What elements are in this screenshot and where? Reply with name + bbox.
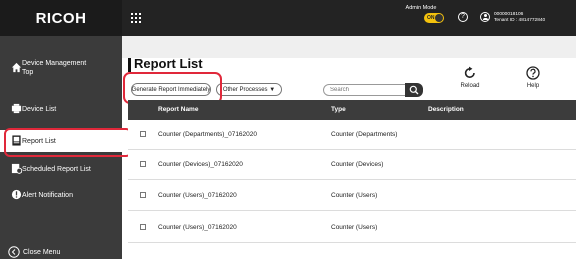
help-circle-icon: [526, 66, 540, 80]
device-icon: [11, 103, 22, 114]
admin-mode-toggle[interactable]: ON: [424, 13, 444, 23]
close-menu-button[interactable]: Close Menu: [0, 245, 122, 259]
help-icon[interactable]: ?: [458, 12, 468, 22]
page-title: Report List: [134, 56, 203, 71]
sidebar-item-scheduled-report-list[interactable]: Scheduled Report List: [0, 161, 122, 177]
report-name-cell[interactable]: Counter (Departments)_07162020: [158, 131, 257, 138]
user-icon[interactable]: [480, 12, 490, 22]
title-accent-bar: [128, 58, 131, 72]
toggle-on-label: ON: [427, 15, 435, 21]
type-cell: Counter (Devices): [331, 161, 384, 168]
home-icon: [11, 62, 22, 73]
sidebar-item-device-list[interactable]: Device List: [0, 101, 122, 117]
report-name-cell[interactable]: Counter (Users)_07162020: [158, 224, 237, 231]
reload-button[interactable]: Reload: [450, 66, 490, 89]
search-icon: [409, 85, 419, 95]
sidebar-item-label: Device Management Top: [22, 60, 87, 76]
type-cell: Counter (Departments): [331, 131, 398, 138]
sub-header-strip: [122, 36, 576, 58]
help-button[interactable]: Help: [513, 66, 553, 89]
row-checkbox[interactable]: [140, 131, 146, 137]
close-menu-label: Close Menu: [23, 249, 61, 256]
alert-icon: [11, 189, 22, 200]
column-header-report-name[interactable]: Report Name: [158, 106, 198, 113]
sidebar-item-alert-notification[interactable]: Alert Notification: [0, 187, 122, 203]
report-name-cell[interactable]: Counter (Devices)_07162020: [158, 161, 243, 168]
column-header-description[interactable]: Description: [428, 106, 464, 113]
scheduled-report-icon: [11, 163, 22, 174]
reload-label: Reload: [460, 83, 480, 89]
sidebar-item-label: Alert Notification: [22, 192, 73, 199]
table-header: Report Name Type Description: [128, 100, 576, 120]
top-bar: RICOH Admin Mode ON ? 00000018106 Tenant…: [0, 0, 576, 36]
table-row[interactable]: Counter (Users)_07162020 Counter (Users): [128, 213, 576, 243]
column-header-type[interactable]: Type: [331, 106, 346, 113]
row-checkbox[interactable]: [140, 224, 146, 230]
user-info: 00000018106 Tenant ID : 4814772840: [494, 12, 545, 24]
table-row[interactable]: Counter (Devices)_07162020 Counter (Devi…: [128, 150, 576, 180]
ricoh-logo[interactable]: RICOH: [0, 0, 122, 36]
highlight-box-report-list: [4, 128, 132, 157]
admin-mode-label: Admin Mode: [405, 5, 437, 11]
sidebar-item-label: Device List: [22, 106, 57, 113]
table-row[interactable]: Counter (Departments)_07162020 Counter (…: [128, 120, 576, 150]
type-cell: Counter (Users): [331, 192, 378, 199]
sidebar-item-label: Scheduled Report List: [22, 166, 91, 173]
type-cell: Counter (Users): [331, 224, 378, 231]
sidebar-item-device-management-top[interactable]: Device Management Top: [0, 54, 122, 82]
tenant-id: Tenant ID : 4814772840: [494, 18, 546, 23]
other-processes-dropdown[interactable]: Other Processes ▼: [216, 83, 282, 96]
app-grid-icon[interactable]: [131, 13, 141, 23]
row-checkbox[interactable]: [140, 192, 146, 198]
row-checkbox[interactable]: [140, 161, 146, 167]
reload-icon: [464, 66, 475, 78]
search-button[interactable]: [405, 83, 423, 97]
table-row[interactable]: Counter (Users)_07162020 Counter (Users): [128, 181, 576, 211]
toggle-knob: [435, 14, 443, 22]
report-name-cell[interactable]: Counter (Users)_07162020: [158, 192, 237, 199]
chevron-left-icon: [8, 246, 20, 258]
help-label: Help: [526, 83, 540, 89]
